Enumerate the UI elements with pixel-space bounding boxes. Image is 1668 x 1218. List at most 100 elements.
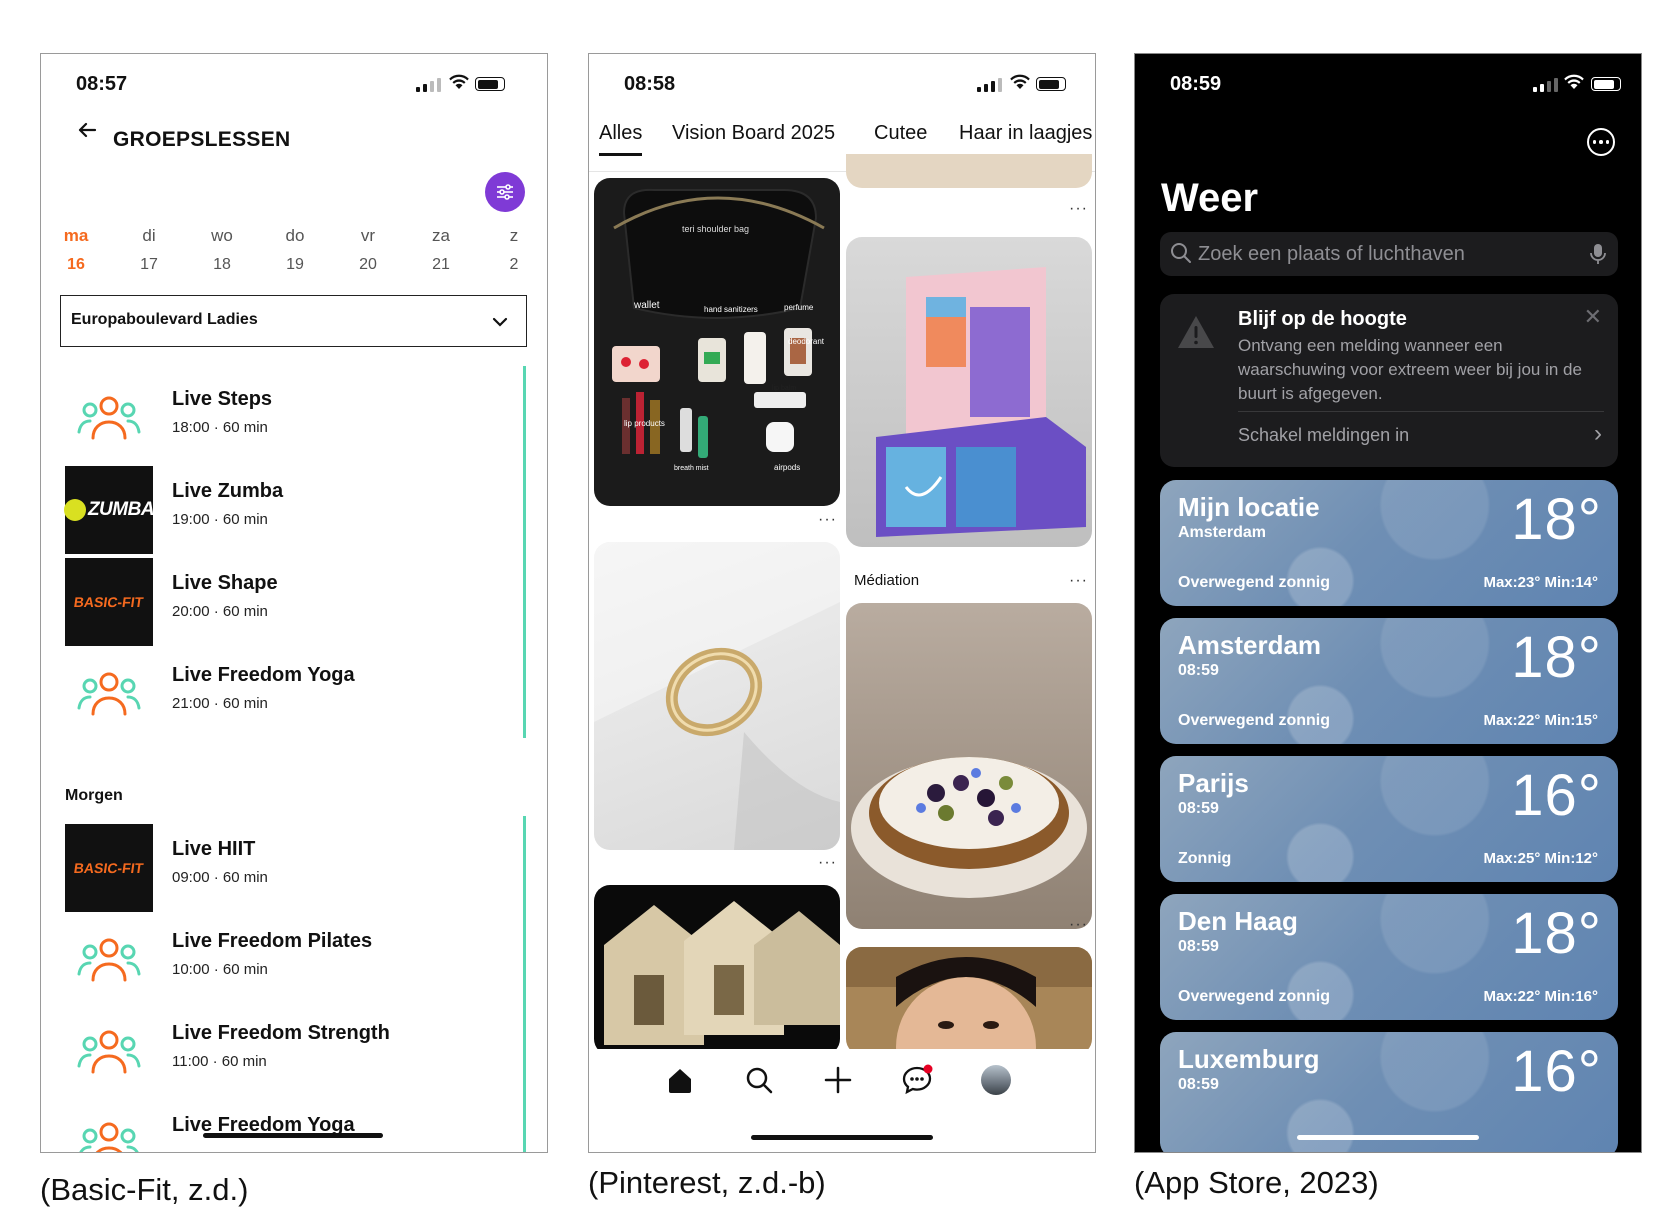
basicfit-logo: BASIC-FIT [65, 824, 153, 912]
day-thu[interactable]: do 19 [275, 226, 315, 274]
more-options-icon[interactable] [1587, 128, 1615, 156]
warning-icon [1178, 316, 1214, 348]
class-row[interactable]: Live Freedom Strength 11:00 · 60 min [41, 1000, 547, 1096]
day-mon[interactable]: ma 16 [56, 226, 96, 274]
row-divider [523, 816, 526, 912]
condition: Overwegend zonnig [1178, 574, 1331, 591]
close-icon[interactable]: ✕ [1584, 304, 1602, 330]
pin-more-icon[interactable]: ··· [1069, 572, 1088, 590]
home-indicator[interactable] [203, 1133, 383, 1138]
day-picker: ma 16 di 17 wo 18 do 19 vr 20 za 21 z2 [41, 226, 547, 282]
search-input[interactable]: Zoek een plaats of luchthaven [1160, 232, 1618, 276]
day-wed[interactable]: wo 18 [202, 226, 242, 274]
svg-text:hand sanitizers: hand sanitizers [704, 305, 758, 314]
day-sun[interactable]: z2 [494, 226, 534, 274]
page-title: Weer [1161, 176, 1259, 220]
temp-range: Max:22° Min:15° [1483, 712, 1598, 729]
pin-more-icon[interactable]: ··· [1069, 200, 1088, 218]
signal-icon [977, 78, 1002, 92]
pin-more-icon[interactable]: ··· [818, 511, 837, 529]
signal-icon [1533, 78, 1558, 92]
home-indicator[interactable] [1297, 1135, 1479, 1140]
city-name: Amsterdam [1178, 630, 1322, 660]
class-row[interactable]: Live Freedom Yoga 21:00 · 60 min [41, 642, 547, 738]
wifi-icon [1010, 74, 1030, 89]
box-image [876, 267, 1086, 537]
svg-text:lip balm: lip balm [772, 385, 796, 392]
current-temp: 18° [1511, 487, 1602, 552]
day-tue[interactable]: di 17 [129, 226, 169, 274]
svg-text:teri shoulder bag: teri shoulder bag [682, 224, 749, 234]
day-label: wo [211, 226, 233, 245]
basicfit-screen: 08:57 GROEPSLESSEN ma 16 di 17 wo 18 do 19 v… [40, 53, 548, 1153]
pin-tart[interactable] [846, 603, 1092, 929]
home-icon[interactable] [663, 1063, 697, 1097]
tab-vision-board[interactable]: Vision Board 2025 [672, 122, 835, 145]
pin-bag-essentials[interactable]: teri shoulder bag wallet hand sanitizers… [594, 178, 840, 506]
class-time: 09:00 · 60 min [172, 869, 268, 886]
class-row[interactable]: BASIC-FIT Live Shape 20:00 · 60 min [41, 550, 547, 646]
messages-icon[interactable] [900, 1063, 934, 1097]
enable-notifications-link[interactable]: Schakel meldingen in [1238, 425, 1409, 446]
class-name: Live HIIT [172, 838, 256, 860]
wifi-icon [1564, 74, 1584, 89]
city-name: Den Haag [1178, 906, 1298, 936]
class-row[interactable]: ZUMBA Live Zumba 19:00 · 60 min [41, 458, 547, 554]
alert-title: Blijf op de hoogte [1238, 308, 1407, 330]
svg-text:lip products: lip products [624, 419, 665, 428]
class-row[interactable]: Live Freedom Yoga [41, 1092, 547, 1152]
pin-top-cropped[interactable] [846, 154, 1092, 188]
pin-paper-house[interactable] [594, 885, 840, 1055]
profile-avatar[interactable] [979, 1063, 1013, 1097]
city-sub: 08:59 [1178, 800, 1219, 817]
city-card[interactable]: Den Haag 08:59 18° Overwegend zonnig Max… [1160, 894, 1618, 1020]
microphone-icon[interactable] [1590, 243, 1606, 265]
city-card[interactable]: Amsterdam 08:59 18° Overwegend zonnig Ma… [1160, 618, 1618, 744]
club-select[interactable]: Europaboulevard Ladies [60, 295, 527, 347]
filter-button[interactable] [485, 172, 525, 212]
tab-cutee[interactable]: Cutee [874, 122, 927, 145]
caption-basicfit: (Basic-Fit, z.d.) [40, 1172, 249, 1207]
svg-text:wallet: wallet [633, 300, 660, 311]
tab-haar-in-laagjes[interactable]: Haar in laagjes [959, 122, 1092, 145]
chevron-right-icon: › [1594, 420, 1602, 447]
chevron-down-icon [492, 317, 508, 327]
ring-image [594, 542, 840, 850]
class-row[interactable]: Live Freedom Pilates 10:00 · 60 min [41, 908, 547, 1004]
wifi-icon [449, 74, 469, 89]
class-row[interactable]: BASIC-FIT Live HIIT 09:00 · 60 min [41, 816, 547, 912]
day-number: 20 [359, 256, 377, 273]
search-icon[interactable] [742, 1063, 776, 1097]
day-number: 17 [140, 256, 158, 273]
temp-range: Max:22° Min:16° [1483, 988, 1598, 1005]
day-fri[interactable]: vr 20 [348, 226, 388, 274]
day-label: do [285, 226, 305, 245]
status-time: 08:57 [76, 73, 128, 95]
pin-label: Médiation [854, 572, 920, 589]
pin-box[interactable] [846, 237, 1092, 547]
class-time: 21:00 · 60 min [172, 695, 268, 712]
svg-text:perfume: perfume [784, 303, 814, 312]
row-divider [523, 550, 526, 646]
pin-portrait[interactable] [846, 947, 1092, 1055]
day-sat[interactable]: za 21 [421, 226, 461, 274]
plus-icon[interactable] [821, 1063, 855, 1097]
city-card[interactable]: Mijn locatie Amsterdam 18° Overwegend zo… [1160, 480, 1618, 606]
weather-alert-card: Blijf op de hoogte Ontvang een melding w… [1160, 294, 1618, 467]
city-card[interactable]: Parijs 08:59 16° Zonnig Max:25° Min:12° [1160, 756, 1618, 882]
pin-ring[interactable] [594, 542, 840, 850]
current-temp: 16° [1511, 763, 1602, 828]
bag-essentials-image: teri shoulder bag wallet hand sanitizers… [612, 188, 825, 472]
signal-icon [416, 78, 441, 92]
bottom-nav [589, 1049, 1095, 1113]
tab-alles[interactable]: Alles [599, 122, 643, 156]
pin-more-icon[interactable]: ··· [818, 854, 837, 872]
club-select-value: Europaboulevard Ladies [71, 311, 258, 328]
home-indicator[interactable] [751, 1135, 933, 1140]
day-label: ma [63, 226, 89, 245]
pin-more-icon[interactable]: ··· [1069, 916, 1088, 934]
back-arrow-icon[interactable] [75, 118, 99, 149]
class-row[interactable]: Live Steps 18:00 · 60 min [41, 366, 547, 462]
class-time: 20:00 · 60 min [172, 603, 268, 620]
weather-screen: 08:59 Weer Zoek een plaats of luchthaven… [1134, 53, 1642, 1153]
